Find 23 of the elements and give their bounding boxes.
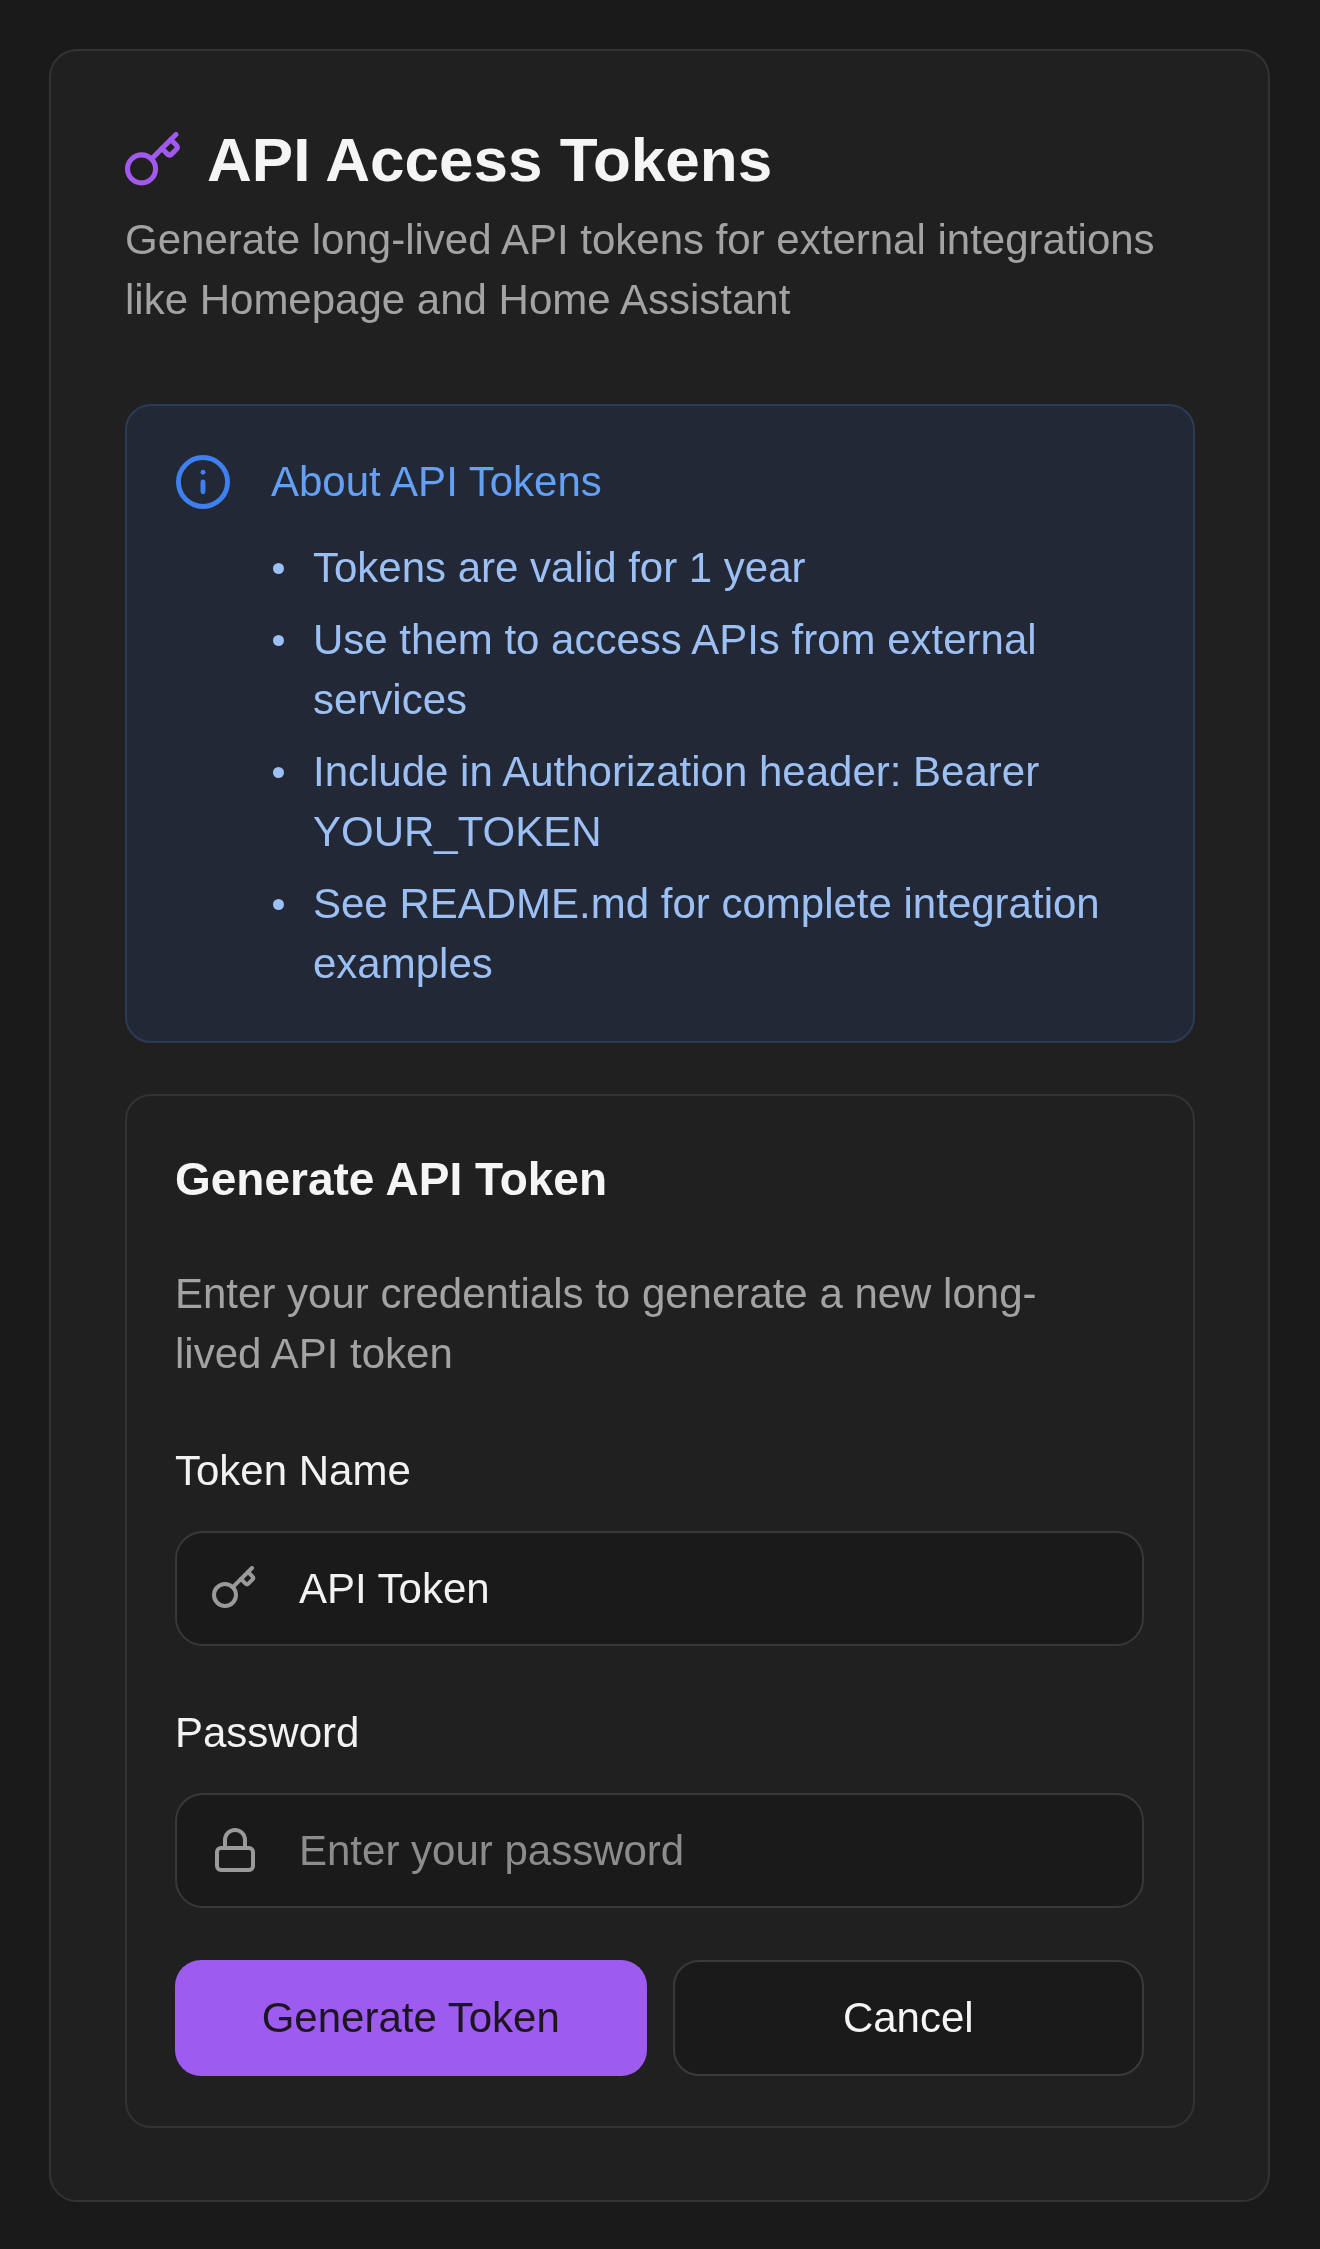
lock-icon	[215, 1828, 255, 1872]
info-list-item: See README.md for complete integration examples	[313, 879, 1101, 989]
field-label: Token Name	[175, 1446, 412, 1496]
password-field[interactable]: Enter your password	[175, 1793, 1144, 1908]
page-subtitle: Generate long-lived API tokens for external integrations like Homepage and Home Assistant	[125, 215, 1156, 325]
field-label: Password	[175, 1708, 361, 1758]
form-title: Generate API Token	[175, 1152, 608, 1207]
info-list-item: Tokens are valid for 1 year	[313, 543, 807, 593]
key-icon	[212, 1566, 256, 1610]
bullet-icon	[273, 899, 284, 910]
page-title: API Access Tokens	[207, 124, 773, 196]
bullet-icon	[273, 635, 284, 646]
info-icon	[176, 455, 230, 509]
generate-button[interactable]: Generate Token	[175, 1960, 647, 2076]
key-icon	[125, 132, 181, 188]
bullet-icon	[273, 563, 284, 574]
text-field[interactable]: API Token	[175, 1531, 1144, 1646]
form-description: Enter your credentials to generate a new long-lived API token	[175, 1269, 1038, 1379]
info-list-item: Include in Authorization header: Bearer YOUR_TOKEN	[313, 747, 1041, 857]
cancel-button[interactable]: Cancel	[672, 1960, 1144, 2076]
bullet-icon	[273, 767, 284, 778]
info-list-item: Use them to access APIs from external services	[313, 615, 1038, 725]
info-title: About API Tokens	[271, 457, 603, 507]
